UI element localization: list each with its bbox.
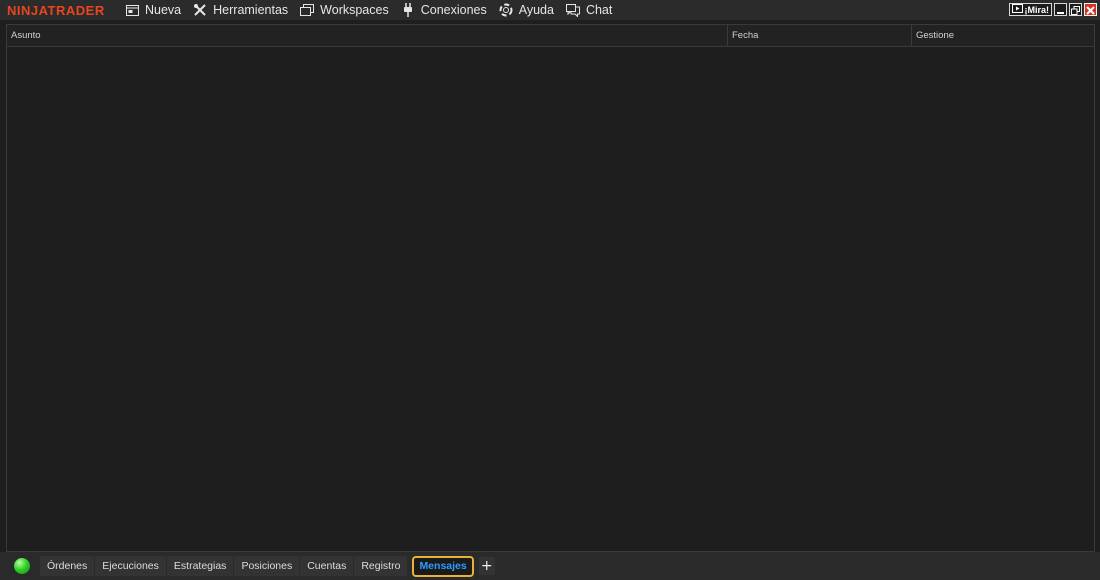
menu-label-conexiones: Conexiones <box>420 3 487 17</box>
menu-label-chat: Chat <box>585 3 613 17</box>
workspaces-icon <box>300 3 315 17</box>
restore-button[interactable] <box>1069 3 1082 16</box>
tab-cuentas[interactable]: Cuentas <box>300 556 354 576</box>
messages-panel: Asunto Fecha Gestione <box>6 24 1095 552</box>
minimize-icon <box>1056 0 1065 19</box>
mira-button[interactable]: ¡Mira! <box>1008 3 1052 16</box>
close-icon <box>1086 0 1095 19</box>
main-menu: Nueva Herramientas Workspaces Conexiones… <box>119 0 618 20</box>
tab-ordenes[interactable]: Órdenes <box>40 556 95 576</box>
column-header-fecha[interactable]: Fecha <box>728 25 912 46</box>
menu-label-ayuda: Ayuda <box>518 3 554 17</box>
menu-item-chat[interactable]: Chat <box>560 0 618 20</box>
app-logo: NINJATRADER <box>7 2 105 18</box>
menu-label-herramientas: Herramientas <box>213 3 289 17</box>
minimize-button[interactable] <box>1054 3 1067 16</box>
grid-header: Asunto Fecha Gestione <box>7 25 1094 47</box>
restore-icon <box>1071 0 1080 19</box>
title-bar: NINJATRADER Nueva Herramientas Workspace… <box>0 0 1100 20</box>
menu-label-workspaces: Workspaces <box>320 3 389 17</box>
tab-ejecuciones[interactable]: Ejecuciones <box>95 556 166 576</box>
connection-status-icon <box>14 558 30 574</box>
menu-label-nueva: Nueva <box>145 3 182 17</box>
plug-icon <box>401 3 415 17</box>
menu-item-herramientas[interactable]: Herramientas <box>187 0 294 20</box>
menu-item-ayuda[interactable]: Ayuda <box>493 0 560 20</box>
bottom-tab-bar: Órdenes Ejecuciones Estrategias Posicion… <box>0 552 1100 580</box>
menu-item-conexiones[interactable]: Conexiones <box>395 0 493 20</box>
messages-grid-body[interactable] <box>7 47 1094 551</box>
video-icon <box>1011 4 1023 15</box>
chat-icon <box>565 3 580 17</box>
mira-label: ¡Mira! <box>1024 4 1050 15</box>
column-header-gestione[interactable]: Gestione <box>912 25 1094 46</box>
menu-item-workspaces[interactable]: Workspaces <box>294 0 395 20</box>
new-window-icon <box>125 3 139 17</box>
tab-posiciones[interactable]: Posiciones <box>234 556 300 576</box>
help-lifebuoy-icon <box>499 3 513 17</box>
column-header-asunto[interactable]: Asunto <box>7 25 728 46</box>
close-button[interactable] <box>1084 3 1097 16</box>
add-tab-button[interactable]: + <box>478 557 495 575</box>
tools-icon <box>193 3 207 17</box>
tab-mensajes[interactable]: Mensajes <box>412 555 474 577</box>
window-controls: ¡Mira! <box>1008 3 1097 16</box>
tab-registro[interactable]: Registro <box>354 556 408 576</box>
tab-estrategias[interactable]: Estrategias <box>166 556 234 576</box>
menu-item-nueva[interactable]: Nueva <box>119 0 187 20</box>
